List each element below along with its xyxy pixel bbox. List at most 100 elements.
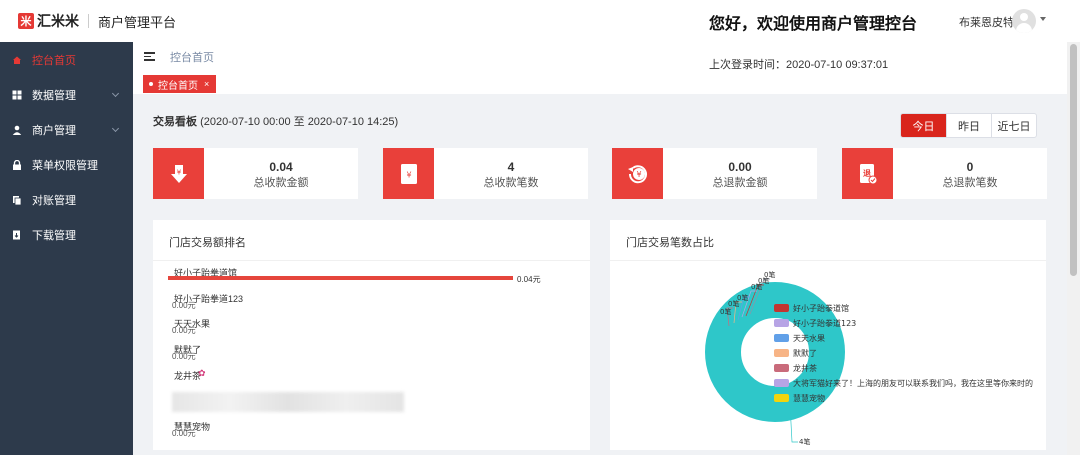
slice-label: 0笔 (720, 307, 731, 316)
ranking-bar-value: 0.04元 (517, 275, 541, 284)
slice-label: 0笔 (751, 282, 762, 291)
svg-text:¥: ¥ (176, 168, 181, 176)
chevron-down-icon (111, 89, 120, 98)
sidebar-item-label: 对账管理 (32, 194, 76, 207)
stat-value: 4 (507, 160, 515, 174)
refund-count-icon: 退 (842, 148, 893, 199)
ranking-bar[interactable] (168, 276, 513, 280)
stat-card-refund-amount: ¥ 0.00 总退款金额 (612, 148, 817, 199)
legend-swatch (774, 349, 789, 357)
legend-label[interactable]: 默默了 (793, 348, 817, 358)
range-toggle: 今日 昨日 近七日 (900, 113, 1037, 138)
sidebar-item-label: 下载管理 (32, 229, 76, 242)
range-today-button[interactable]: 今日 (901, 114, 946, 137)
legend-label[interactable]: 龙井茶 (793, 363, 817, 373)
sidebar-item-label: 数据管理 (32, 89, 76, 102)
card-title: 门店交易笔数占比 (626, 237, 714, 249)
logo[interactable]: 米 汇米米 商户管理平台 (18, 11, 176, 31)
sidebar: 控台首页 数据管理 商户管理 菜单权限管理 对账管理 下载管理 (0, 42, 133, 455)
svg-text:¥: ¥ (406, 170, 411, 179)
store-ranking-card: 门店交易额排名 (153, 220, 590, 450)
logo-text: 汇米米 (37, 13, 79, 29)
avatar[interactable] (1012, 9, 1036, 33)
stat-card-refund-count: 退 0 总退款笔数 (842, 148, 1047, 199)
menu-toggle-icon[interactable] (144, 52, 155, 61)
legend-swatch (774, 334, 789, 342)
sidebar-item-merchant[interactable]: 商户管理 (0, 112, 133, 147)
stat-value: 0.00 (728, 160, 752, 174)
svg-text:退: 退 (863, 169, 871, 178)
chevron-down-icon[interactable] (1040, 17, 1046, 21)
store-value: 0.00元 (172, 301, 196, 310)
sidebar-item-permissions[interactable]: 菜单权限管理 (0, 147, 133, 182)
stat-label: 总退款笔数 (942, 177, 998, 189)
scrollbar-thumb[interactable] (1070, 44, 1077, 276)
card-divider (153, 260, 590, 261)
receive-amount-icon: ¥ (153, 148, 204, 199)
refund-amount-icon: ¥ (612, 148, 663, 199)
reconcile-icon (12, 195, 22, 205)
legend-swatch (774, 394, 789, 402)
legend-label[interactable]: 好小子跆拳道馆 (793, 303, 849, 313)
app-header: 米 汇米米 商户管理平台 您好，欢迎使用商户管理控台 布莱恩皮特 (0, 0, 1080, 42)
home-icon (12, 55, 22, 65)
breadcrumb[interactable]: 控台首页 (170, 49, 214, 65)
lock-icon (12, 159, 22, 170)
platform-name: 商户管理平台 (98, 14, 177, 30)
sidebar-item-label: 控台首页 (32, 54, 76, 67)
stat-value: 0 (966, 160, 974, 174)
sidebar-item-label: 菜单权限管理 (32, 159, 98, 172)
stat-card-receive-amount: ¥ 0.04 总收款金额 (153, 148, 358, 199)
stat-label: 总收款笔数 (483, 177, 539, 189)
store-value: 0.00元 (172, 429, 196, 438)
page-scrollbar[interactable] (1067, 42, 1080, 455)
welcome-title: 您好，欢迎使用商户管理控台 (709, 16, 918, 33)
tab-label: 控台首页 (158, 80, 198, 92)
sidebar-item-dashboard[interactable]: 控台首页 (0, 42, 133, 77)
range-seven-days-button[interactable]: 近七日 (991, 114, 1036, 137)
legend-label[interactable]: 好小子跆拳道123 (793, 318, 856, 328)
user-name[interactable]: 布莱恩皮特 (959, 14, 1014, 30)
logo-mark: 米 (18, 13, 34, 29)
sidebar-item-reconcile[interactable]: 对账管理 (0, 182, 133, 217)
legend-swatch (774, 379, 789, 387)
sidebar-item-data[interactable]: 数据管理 (0, 77, 133, 112)
store-value: 0.00元 (172, 352, 196, 361)
sidebar-item-download[interactable]: 下载管理 (0, 217, 133, 252)
active-dot-icon (149, 82, 153, 86)
last-login-time: 上次登录时间：2020-07-10 09:37:01 (709, 59, 889, 71)
dashboard-title: 交易看板 (2020-07-10 00:00 至 2020-07-10 14:2… (153, 113, 398, 129)
grid-icon (12, 90, 22, 100)
tab-dashboard[interactable]: 控台首页 × (143, 75, 217, 93)
user-icon (12, 125, 22, 135)
legend-label[interactable]: 天天水果 (793, 333, 825, 343)
flower-icon: ✿ (198, 368, 206, 378)
stat-label: 总退款金额 (712, 177, 768, 189)
sidebar-item-label: 商户管理 (32, 124, 76, 137)
stat-value: 0.04 (269, 160, 293, 174)
logo-divider (88, 14, 89, 28)
card-title: 门店交易额排名 (169, 237, 246, 249)
legend-label[interactable]: 大将军猫好来了！上海的朋友可以联系我们吗，我在这里等你来时的 (793, 378, 1033, 388)
svg-text:¥: ¥ (636, 170, 641, 179)
legend-label[interactable]: 慧慧宠物 (793, 393, 825, 403)
chevron-down-icon (111, 124, 120, 133)
legend-swatch (774, 364, 789, 372)
legend-swatch (774, 319, 789, 327)
download-icon (12, 230, 22, 240)
redacted-row (172, 392, 404, 412)
ratio-donut-chart: 0笔 0笔 0笔 0笔 0笔 0笔 4笔 好小子跆拳道馆 好小子跆拳道123 天… (705, 270, 1033, 446)
content-topbar: 控台首页 上次登录时间：2020-07-10 09:37:01 控台首页 × (133, 42, 1080, 94)
range-yesterday-button[interactable]: 昨日 (946, 114, 991, 137)
store-name: 龙井茶 (174, 371, 202, 381)
stat-card-receive-count: ¥ 4 总收款笔数 (383, 148, 588, 199)
slice-label: 4笔 (799, 437, 810, 446)
store-value: 0.00元 (172, 326, 196, 335)
slice-label: 0笔 (728, 299, 739, 308)
dashboard-heading: 交易看板 (153, 116, 197, 128)
card-divider (610, 260, 1046, 261)
stat-label: 总收款金额 (253, 177, 309, 189)
close-icon[interactable]: × (204, 79, 209, 89)
receive-count-icon: ¥ (383, 148, 434, 199)
dashboard-date-range: (2020-07-10 00:00 至 2020-07-10 14:25) (200, 116, 399, 128)
